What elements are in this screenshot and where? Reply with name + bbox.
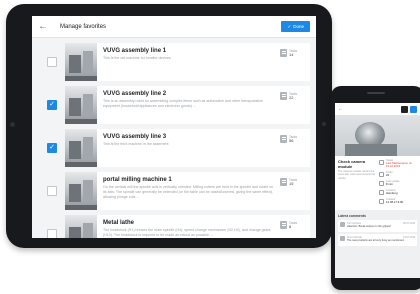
- tasks-count: 8: [289, 223, 292, 229]
- tasks-icon: [280, 220, 287, 229]
- machine-card[interactable]: VUVG assembly line 1 This is the old mac…: [65, 42, 310, 81]
- list-item: ✓ VUVG assembly line 3 This is the third…: [38, 127, 310, 168]
- tasks-icon: [280, 91, 287, 100]
- favorites-list: VUVG assembly line 1 This is the old mac…: [32, 38, 316, 238]
- tablet-header: ← Manage favorites ✓ Done: [32, 16, 316, 38]
- tasks-counter: Tasks 15: [280, 172, 310, 210]
- comment-date: 04.07.2019: [403, 236, 415, 239]
- machine-description: This is an assembly robot for assembling…: [103, 98, 264, 108]
- machine-thumbnail: [65, 214, 97, 238]
- phone-header: ←: [335, 103, 420, 116]
- machine-card[interactable]: Metal lathe The headstock (H1) houses th…: [65, 214, 310, 239]
- list-item: portal milling machine 1 On the vertical…: [38, 170, 310, 211]
- tasks-counter: Tasks 56: [280, 129, 310, 167]
- field-value: Hamburg: [386, 191, 398, 195]
- machine-card[interactable]: VUVG assembly line 2 This is an assembly…: [65, 85, 310, 124]
- machine-thumbnail: [65, 171, 97, 210]
- comment-item[interactable]: Tom Johnson 05.07.2019 Attention: Break s…: [338, 220, 417, 232]
- field-value: Last Maintenance on 15.10.2019: [386, 161, 412, 168]
- location-icon: [379, 189, 384, 195]
- machine-fields: Status Last Maintenance on 15.10.2019 Tas…: [379, 159, 417, 207]
- done-label: Done: [293, 24, 304, 29]
- machine-thumbnail: [65, 85, 97, 124]
- field-location: Location Hamburg: [379, 189, 417, 195]
- tasks-count: 15: [289, 180, 294, 186]
- machine-card[interactable]: portal milling machine 1 On the vertical…: [65, 171, 310, 210]
- machine-name: Check camera module: [338, 159, 366, 169]
- menu-button[interactable]: [401, 105, 408, 113]
- phone-speaker: [367, 92, 385, 94]
- phone-device: ← Check camera module The camera module …: [331, 86, 420, 290]
- comment-text: Attention: Break stripes on the gripper!: [347, 225, 392, 228]
- favorite-checkbox[interactable]: ✓: [47, 142, 57, 153]
- machine-thumbnail: [65, 128, 97, 167]
- tasks-icon: [280, 134, 287, 143]
- field-value: 8 min: [386, 182, 393, 186]
- machine-description: This is the old machine for smaller devi…: [103, 55, 171, 60]
- tasks-count: 22: [289, 94, 294, 100]
- machine-name: portal milling machine 1: [103, 176, 172, 183]
- favorite-button[interactable]: [410, 105, 417, 113]
- check-icon: ✓: [49, 144, 55, 151]
- list-item: ✓ VUVG assembly line 2 This is an assemb…: [38, 84, 310, 125]
- favorite-checkbox[interactable]: [47, 228, 57, 238]
- clock-icon: [379, 180, 384, 186]
- tasks-count: 56: [289, 137, 294, 143]
- check-icon: ✓: [287, 23, 292, 29]
- phone-screen: ← Check camera module The camera module …: [335, 103, 420, 278]
- tasks-counter: Tasks 22: [280, 86, 310, 124]
- comment-item[interactable]: Anna Schmidt 04.07.2019 The new products …: [338, 234, 417, 246]
- field-value: 14.08.17 9:00: [386, 200, 404, 204]
- tasks-icon: [280, 177, 287, 186]
- machine-card[interactable]: VUVG assembly line 3 This is the third m…: [65, 128, 310, 167]
- tablet-device: ← Manage favorites ✓ Done VUVG assembly …: [6, 4, 332, 248]
- done-button[interactable]: ✓ Done: [281, 21, 310, 32]
- avatar: [340, 222, 345, 227]
- page-title: Manage favorites: [60, 23, 107, 30]
- field-created: Created 14.08.17 9:00: [379, 198, 417, 204]
- machine-name: VUVG assembly line 3: [103, 133, 167, 140]
- favorite-checkbox[interactable]: [47, 185, 57, 196]
- tablet-sensor: [10, 122, 15, 127]
- field-status: Status Last Maintenance on 15.10.2019: [379, 159, 417, 168]
- machine-name: VUVG assembly line 2: [103, 90, 167, 97]
- favorite-checkbox[interactable]: ✓: [47, 99, 57, 110]
- tasks-count: 14: [289, 51, 294, 57]
- machine-name: VUVG assembly line 1: [103, 47, 167, 54]
- machine-description: The camera module checks the parts with …: [338, 170, 376, 180]
- back-arrow-icon[interactable]: ←: [38, 21, 54, 32]
- back-arrow-icon[interactable]: ←: [338, 106, 399, 112]
- machine-description: On the vertical mill the spindle axis is…: [103, 184, 274, 199]
- tasks-counter: Tasks 8: [280, 215, 310, 239]
- avatar: [340, 236, 345, 241]
- list-item: VUVG assembly line 1 This is the old mac…: [38, 41, 310, 82]
- calendar-icon: [379, 198, 384, 204]
- machine-thumbnail: [65, 42, 97, 81]
- field-tasks: Tasks 22: [379, 171, 417, 177]
- tasks-icon: [280, 48, 287, 57]
- status-icon: [379, 159, 384, 165]
- comments-title: Latest comments: [338, 214, 366, 218]
- comment-date: 05.07.2019: [403, 222, 415, 225]
- field-value: 22: [386, 173, 390, 177]
- tablet-camera: [322, 122, 326, 126]
- check-icon: ✓: [49, 101, 55, 108]
- favorite-checkbox[interactable]: [47, 56, 57, 67]
- list-item: Metal lathe The headstock (H1) houses th…: [38, 213, 310, 238]
- stage: ← Manage favorites ✓ Done VUVG assembly …: [0, 0, 420, 294]
- machine-photo: [335, 116, 420, 156]
- tasks-counter: Tasks 14: [280, 43, 310, 81]
- machine-details: Check camera module The camera module ch…: [335, 156, 420, 210]
- comment-text: The new products are all very busy as me…: [347, 239, 405, 242]
- tablet-screen: ← Manage favorites ✓ Done VUVG assembly …: [32, 16, 316, 238]
- machine-description: This is the third machine in the basemen…: [103, 141, 169, 146]
- machine-name: Metal lathe: [103, 219, 135, 226]
- machine-description: The headstock (H1) houses the main spind…: [103, 227, 271, 237]
- field-last-update: Last update 8 min: [379, 180, 417, 186]
- tasks-icon: [379, 171, 384, 177]
